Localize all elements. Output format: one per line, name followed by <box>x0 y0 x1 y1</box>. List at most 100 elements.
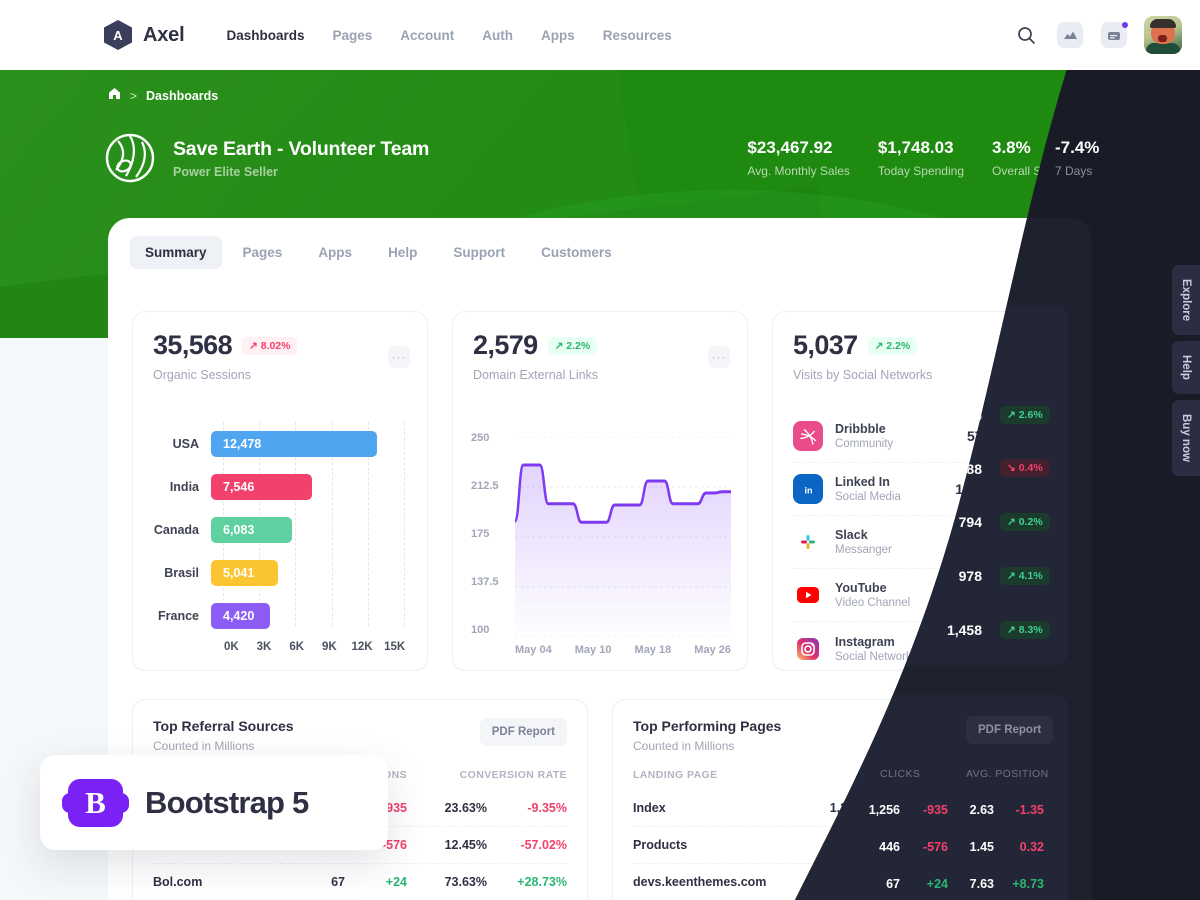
cell-clicks-delta: -935 <box>897 801 923 815</box>
stat-value: $1,748.03 <box>877 138 954 157</box>
nav-item-auth[interactable]: Auth <box>482 28 513 43</box>
home-icon[interactable] <box>108 87 121 105</box>
pdf-report-button[interactable]: PDF Report <box>959 718 1047 746</box>
col-avg-position: AVG. POSITION <box>963 769 1047 781</box>
table-row[interactable]: Products 446 -576 1.45 0.32 <box>633 826 1047 864</box>
nav-item-dashboards[interactable]: Dashboards <box>226 28 304 43</box>
card-domain-external-links: 2,579 ↗ 2.2% Domain External Links ··· 2… <box>452 311 748 671</box>
svg-text:in: in <box>804 485 812 495</box>
app-root: A Axel Dashboards Pages Account Auth App… <box>0 0 1200 900</box>
cell-sessions-delta: +24 <box>345 863 407 900</box>
cell-clicks-delta: +24 <box>861 863 923 900</box>
xtick: 3K <box>256 641 272 653</box>
stat-today-spending: $1,748.03 Today Spending <box>878 138 992 178</box>
network-desc: Social Media <box>835 491 901 503</box>
cell-rate-delta: -57.02% <box>487 826 567 864</box>
list-item-text: Slack Messanger <box>835 528 967 556</box>
list-item[interactable]: Slack Messanger 794 ↗ 0.2% <box>793 516 1049 569</box>
bar: 5,041 <box>211 559 279 586</box>
hero-text: Save Earth - Volunteer Team Power Elite … <box>173 138 429 179</box>
nav-item-resources[interactable]: Resources <box>603 28 672 43</box>
stat-label: Avg. Monthly Sales <box>747 164 850 178</box>
tab-customers[interactable]: Customers <box>526 236 627 269</box>
cell-landing-page: devs.keenthemes.com <box>633 863 799 900</box>
tab-summary[interactable]: Summary <box>130 236 222 269</box>
bar-label: Brasil <box>164 565 199 580</box>
card-subtitle: Counted in Millions <box>633 739 735 753</box>
rail-button-explore[interactable]: Explore <box>1172 265 1200 336</box>
tab-apps[interactable]: Apps <box>303 236 367 269</box>
table-row[interactable]: Bol.com 67 +24 73.63% +28.73% <box>153 863 567 900</box>
brand-logo[interactable]: A Axel <box>104 20 185 50</box>
cell-rate: 23.63% <box>444 801 487 815</box>
slack-icon <box>793 527 823 557</box>
xtick: May 10 <box>574 644 612 656</box>
cell-landing-page: Index <box>633 801 666 815</box>
network-value: 1,458 <box>955 640 991 657</box>
bar-row-india: India 7,546 <box>153 465 411 508</box>
avatar-body <box>1146 43 1180 54</box>
nav-item-apps[interactable]: Apps <box>541 28 575 43</box>
bar: 6,083 <box>211 516 293 543</box>
breadcrumb-current[interactable]: Dashboards <box>146 89 218 103</box>
network-value: 1,088 <box>955 481 991 497</box>
kpi-cards-row: 35,568 ↗ 8.02% Organic Sessions ··· USA … <box>108 269 1092 671</box>
nav-item-pages[interactable]: Pages <box>332 28 372 43</box>
line-chart: 250 212.5 175 137.5 100 May 04 May 10 Ma… <box>471 432 735 656</box>
rail-button-buy-now[interactable]: Buy now <box>1172 400 1200 477</box>
table-row[interactable]: devs.keenthemes.com 67 +24 7.63 +8.73 <box>633 863 1047 900</box>
kpi-label: Domain External Links <box>473 368 599 382</box>
network-desc: Social Network <box>835 650 912 663</box>
bootstrap-promo-card[interactable]: B Bootstrap 5 <box>40 755 388 850</box>
bar-label: France <box>158 608 199 623</box>
card-menu-button[interactable]: ··· <box>388 346 410 368</box>
tab-pages[interactable]: Pages <box>228 236 298 269</box>
kpi-delta-badge: ↗ 2.2% <box>867 336 918 355</box>
network-delta-badge: ↗ 2.6% <box>999 427 1049 445</box>
dribbble-icon <box>793 421 823 451</box>
youtube-icon <box>793 580 823 610</box>
cell-position-delta: -1.35 <box>1018 801 1048 815</box>
bar: 4,420 <box>211 602 270 629</box>
apps-icon[interactable] <box>1056 21 1084 49</box>
xtick: 0K <box>223 641 239 653</box>
linkedin-icon: in <box>793 474 823 504</box>
rail-button-help[interactable]: Help <box>1172 341 1200 395</box>
xtick: 9K <box>322 641 337 653</box>
card-header: Top Referral Sources Counted in Millions… <box>153 718 567 753</box>
cell-position: 7.63 <box>923 863 985 900</box>
list-item[interactable]: YouTube Video Channel 978 ↗ 4.1% <box>793 569 1049 622</box>
card-menu-button[interactable]: ··· <box>1028 346 1050 368</box>
stat-overall-share: 3.8% Overall Share <box>992 138 1096 178</box>
ytick: 175 <box>471 528 490 540</box>
cell-position: 2.63 <box>960 801 985 815</box>
avatar[interactable] <box>1144 16 1182 54</box>
list-item-text: Instagram Social Network <box>835 635 955 663</box>
social-networks-list: Dribbble Community 579 ↗ 2.6% in Linked … <box>793 410 1049 675</box>
notifications-icon[interactable] <box>1100 21 1128 49</box>
xtick: May 18 <box>634 644 672 656</box>
kpi-header: 2,579 ↗ 2.2% <box>473 330 727 361</box>
table-header-row: LANDING PAGE CLICKS AVG. POSITION <box>633 769 1047 790</box>
search-icon[interactable] <box>1012 21 1040 49</box>
bootstrap-letter: B <box>85 784 106 820</box>
nav-item-account[interactable]: Account <box>400 28 454 43</box>
top-header: A Axel Dashboards Pages Account Auth App… <box>0 0 1200 70</box>
table-row[interactable]: Index 1,256 -935 2.63 -1.35 <box>633 790 1047 827</box>
network-delta-badge: ↗ 0.2% <box>999 533 1049 551</box>
pdf-report-button[interactable]: PDF Report <box>479 718 567 746</box>
xtick: 12K <box>351 641 373 653</box>
kpi-delta-badge: ↗ 2.2% <box>547 336 598 355</box>
network-delta-badge: ↘ 0.4% <box>999 480 1049 498</box>
col-clicks: CLICKS <box>881 769 923 781</box>
card-menu-button[interactable]: ··· <box>708 346 730 368</box>
stat-label: Overall Share <box>992 164 1066 178</box>
cell-position: 1.45 <box>923 826 985 864</box>
list-item[interactable]: in Linked In Social Media 1,088 ↘ 0.4% <box>793 463 1049 516</box>
cell-clicks-delta: -576 <box>861 826 923 864</box>
list-item[interactable]: Dribbble Community 579 ↗ 2.6% <box>793 410 1049 463</box>
tab-help[interactable]: Help <box>373 236 432 269</box>
tab-support[interactable]: Support <box>438 236 520 269</box>
list-item[interactable]: Instagram Social Network 1,458 ↗ 8.3% <box>793 622 1049 675</box>
bar: 12,478 <box>211 430 378 457</box>
